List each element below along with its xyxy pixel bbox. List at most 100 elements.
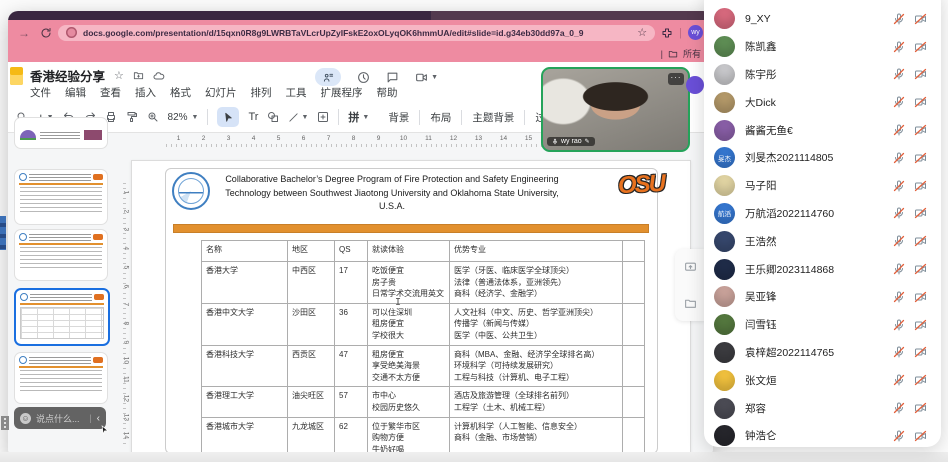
mic-muted-icon[interactable]	[893, 402, 905, 414]
format-button[interactable]: 布局	[419, 110, 461, 125]
camera-off-icon[interactable]	[914, 291, 927, 303]
camera-off-icon[interactable]	[914, 13, 927, 25]
collapse-chevron-icon[interactable]: ‹	[97, 413, 100, 424]
table-row[interactable]: 香港大学 中西区 17 吃饭便宜 房子贵 日常学术交流用英文 医学（牙医、临床医…	[202, 262, 645, 304]
mic-muted-icon[interactable]	[893, 346, 905, 358]
mic-muted-icon[interactable]	[893, 291, 905, 303]
mic-muted-icon[interactable]	[893, 263, 905, 275]
emoji-icon[interactable]: ☺	[20, 413, 31, 424]
camera-off-icon[interactable]	[914, 180, 927, 192]
participant-row[interactable]: 张文烜	[704, 366, 941, 394]
mic-muted-icon[interactable]	[893, 235, 905, 247]
camera-off-icon[interactable]	[914, 207, 927, 219]
slide-thumbnail[interactable]	[14, 352, 108, 404]
participant-row[interactable]: 9_XY	[704, 5, 941, 33]
slide-thumbnail[interactable]	[14, 169, 108, 225]
camera-off-icon[interactable]	[914, 96, 927, 108]
participant-row[interactable]: 旻杰 刘旻杰2021114805	[704, 144, 941, 172]
reload-icon[interactable]	[40, 27, 52, 39]
camera-off-icon[interactable]	[914, 374, 927, 386]
account-avatar[interactable]	[686, 76, 704, 94]
slide-thumbnail-selected[interactable]	[14, 288, 110, 346]
insert-image-icon[interactable]	[317, 111, 329, 123]
comments-icon[interactable]	[386, 71, 399, 84]
menu-item[interactable]: 工具	[286, 85, 307, 100]
menu-item[interactable]: 编辑	[65, 85, 86, 100]
camera-off-icon[interactable]	[914, 430, 927, 442]
table-row[interactable]: 香港中文大学 沙田区 36 可以住深圳 租房便宜 学校很大 人文社科（中文、历史…	[202, 303, 645, 345]
camera-off-icon[interactable]	[914, 68, 927, 80]
format-button[interactable]: 主题背景	[461, 110, 524, 125]
meet-button[interactable]: ▼	[415, 71, 438, 84]
camera-off-icon[interactable]	[914, 235, 927, 247]
participant-row[interactable]: 吴亚锋	[704, 283, 941, 311]
format-button[interactable]: 背景	[378, 110, 419, 125]
textbox-tool-button[interactable]: Tr	[248, 111, 258, 123]
table-row[interactable]: 香港理工大学 油尖旺区 57 市中心 校园历史悠久 酒店及旅游管理（全球排名前列…	[202, 387, 645, 417]
camera-off-icon[interactable]	[914, 152, 927, 164]
menu-item[interactable]: 查看	[100, 85, 121, 100]
star-doc-icon[interactable]: ☆	[114, 69, 124, 82]
participant-row[interactable]: 闫雪钰	[704, 311, 941, 339]
browser-tab-strip[interactable]	[8, 11, 713, 20]
mic-muted-icon[interactable]	[893, 41, 905, 53]
participant-row[interactable]: 大Dick	[704, 88, 941, 116]
mic-muted-icon[interactable]	[893, 207, 905, 219]
presenter-mode-button[interactable]	[315, 68, 341, 86]
menu-item[interactable]: 帮助	[377, 85, 398, 100]
participant-row[interactable]: 陈凯鑫	[704, 33, 941, 61]
browser-profile-avatar[interactable]: wy	[688, 25, 703, 40]
mic-muted-icon[interactable]	[893, 152, 905, 164]
mic-muted-icon[interactable]	[893, 96, 905, 108]
webcam-more-button[interactable]: ···	[668, 73, 684, 85]
participant-row[interactable]: 陈宇彤	[704, 61, 941, 89]
camera-off-icon[interactable]	[914, 319, 927, 331]
participant-row[interactable]: 钟浩仑	[704, 422, 941, 447]
site-info-icon[interactable]	[66, 27, 77, 38]
participant-row[interactable]: 航滔 万航滔2022114760	[704, 200, 941, 228]
zoom-icon[interactable]	[147, 111, 159, 123]
drag-handle-icon[interactable]	[1, 416, 9, 430]
slides-app-icon[interactable]	[10, 67, 23, 85]
university-table[interactable]: 名称地区QS就读体验优势专业 香港大学 中西区 17 吃饭便宜 房子贵 日常学术…	[201, 240, 645, 455]
participant-row[interactable]: 王浩然	[704, 227, 941, 255]
mic-muted-icon[interactable]	[893, 13, 905, 25]
table-row[interactable]: 香港城市大学 九龙城区 62 位于繁华市区 购物方便 牛奶好喝 计算机科学（人工…	[202, 417, 645, 455]
share-screen-icon[interactable]	[684, 261, 697, 274]
mic-muted-icon[interactable]	[893, 124, 905, 136]
participant-row[interactable]: 王乐卿2023114868	[704, 255, 941, 283]
bookmark-star-icon[interactable]: ☆	[637, 26, 647, 39]
participant-row[interactable]: 郑容	[704, 394, 941, 422]
select-tool-button[interactable]	[217, 107, 239, 127]
shapes-tool-icon[interactable]	[267, 111, 279, 123]
camera-off-icon[interactable]	[914, 263, 927, 275]
slide-title[interactable]: Collaborative Bachelor’s Degree Program …	[217, 173, 567, 214]
mic-muted-icon[interactable]	[893, 68, 905, 80]
url-bar[interactable]: docs.google.com/presentation/d/15qxn0R8g…	[58, 25, 655, 41]
bookmarks-folder-label[interactable]: 所有	[683, 47, 701, 60]
slide-thumbnail[interactable]	[14, 117, 108, 149]
slide-thumbnail[interactable]	[14, 229, 108, 281]
menu-item[interactable]: 插入	[135, 85, 156, 100]
menu-item[interactable]: 扩展程序	[321, 85, 363, 100]
menu-item[interactable]: 排列	[251, 85, 272, 100]
menu-item[interactable]: 幻灯片	[205, 85, 237, 100]
folder-icon[interactable]	[668, 49, 678, 59]
mic-muted-icon[interactable]	[893, 319, 905, 331]
table-row[interactable]: 香港科技大学 西贡区 47 租房便宜 享受绝美海景 交通不太方便 商科（MBA、…	[202, 345, 645, 387]
chat-placeholder[interactable]: 说点什么...	[36, 412, 84, 425]
camera-off-icon[interactable]	[914, 346, 927, 358]
cloud-saved-icon[interactable]	[153, 70, 165, 82]
line-tool-button[interactable]: ▼	[288, 112, 308, 123]
mic-muted-icon[interactable]	[893, 374, 905, 386]
chat-input-bar[interactable]: ☺ 说点什么... | ‹	[14, 407, 106, 429]
camera-off-icon[interactable]	[914, 124, 927, 136]
extensions-icon[interactable]	[661, 27, 673, 39]
participant-row[interactable]: 袁梓超2022114765	[704, 339, 941, 367]
forward-icon[interactable]: →	[18, 26, 32, 40]
doc-title[interactable]: 香港经验分享	[30, 66, 105, 85]
mic-muted-icon[interactable]	[893, 430, 905, 442]
camera-off-icon[interactable]	[914, 41, 927, 53]
camera-off-icon[interactable]	[914, 402, 927, 414]
spellcheck-button[interactable]: 拼 ▼	[348, 109, 369, 125]
